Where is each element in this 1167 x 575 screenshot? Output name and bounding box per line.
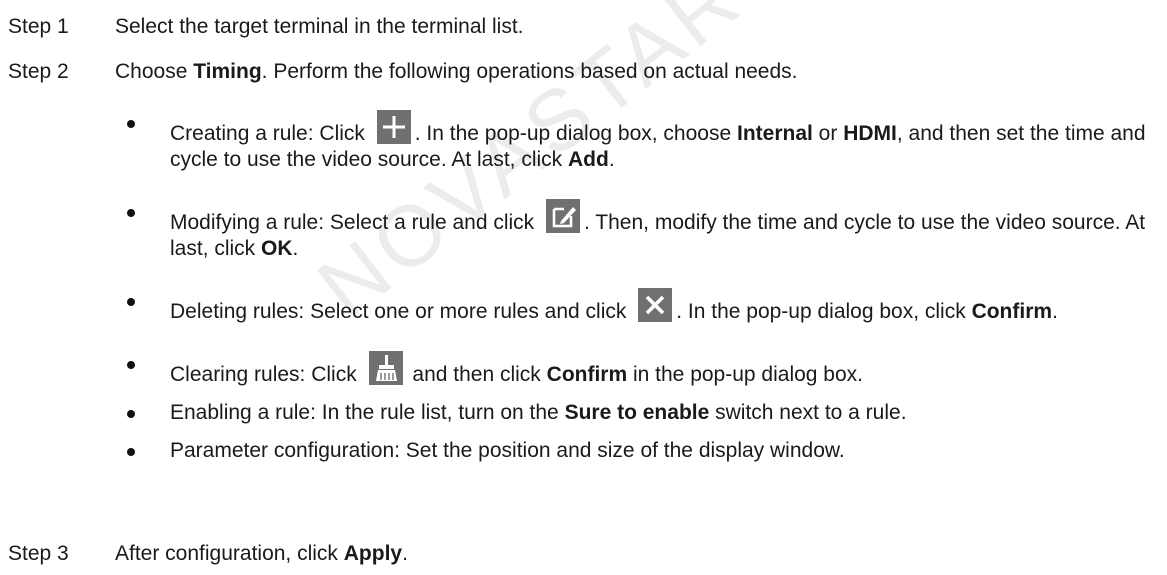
bullet-dot (127, 120, 135, 128)
list-item-parameter-configuration: Parameter configuration: Set the positio… (0, 438, 1167, 464)
list-item-text: Creating a rule: Click . In the pop-up d… (170, 110, 1155, 173)
bold-term: Apply (343, 542, 403, 565)
list-item-text: Modifying a rule: Select a rule and clic… (170, 199, 1155, 262)
step-text: After configuration, click Apply. (115, 542, 408, 565)
list-item-text: Clearing rules: Click and then click Con… (170, 351, 1155, 388)
operation-list: Creating a rule: Click . In the pop-up d… (0, 76, 1167, 464)
list-item-clear-rules: Clearing rules: Click and then click Con… (0, 351, 1167, 388)
step-1: Step 1 Select the target terminal in the… (8, 14, 524, 40)
list-item-enable-rule: Enabling a rule: In the rule list, turn … (0, 400, 1167, 426)
list-item-text: Parameter configuration: Set the positio… (170, 439, 845, 462)
bullet-dot (127, 410, 135, 418)
list-item-text: Deleting rules: Select one or more rules… (170, 288, 1155, 325)
list-item-delete-rules: Deleting rules: Select one or more rules… (0, 288, 1167, 325)
bullet-dot (127, 361, 135, 369)
step-label: Step 1 (8, 15, 69, 38)
edit-icon[interactable] (546, 199, 582, 233)
close-icon[interactable] (638, 288, 674, 322)
step-text: Select the target terminal in the termin… (115, 15, 524, 38)
bullet-dot (127, 298, 135, 306)
plus-icon[interactable] (376, 110, 413, 144)
bullet-dot (127, 209, 135, 217)
step-3: Step 3 After configuration, click Apply. (8, 541, 408, 567)
bullet-dot (127, 448, 135, 456)
step-label: Step 3 (8, 542, 69, 565)
list-item-text: Enabling a rule: In the rule list, turn … (170, 401, 907, 424)
list-item-modify-rule: Modifying a rule: Select a rule and clic… (0, 199, 1167, 262)
broom-icon[interactable] (368, 351, 405, 385)
list-item-create-rule: Creating a rule: Click . In the pop-up d… (0, 110, 1167, 173)
